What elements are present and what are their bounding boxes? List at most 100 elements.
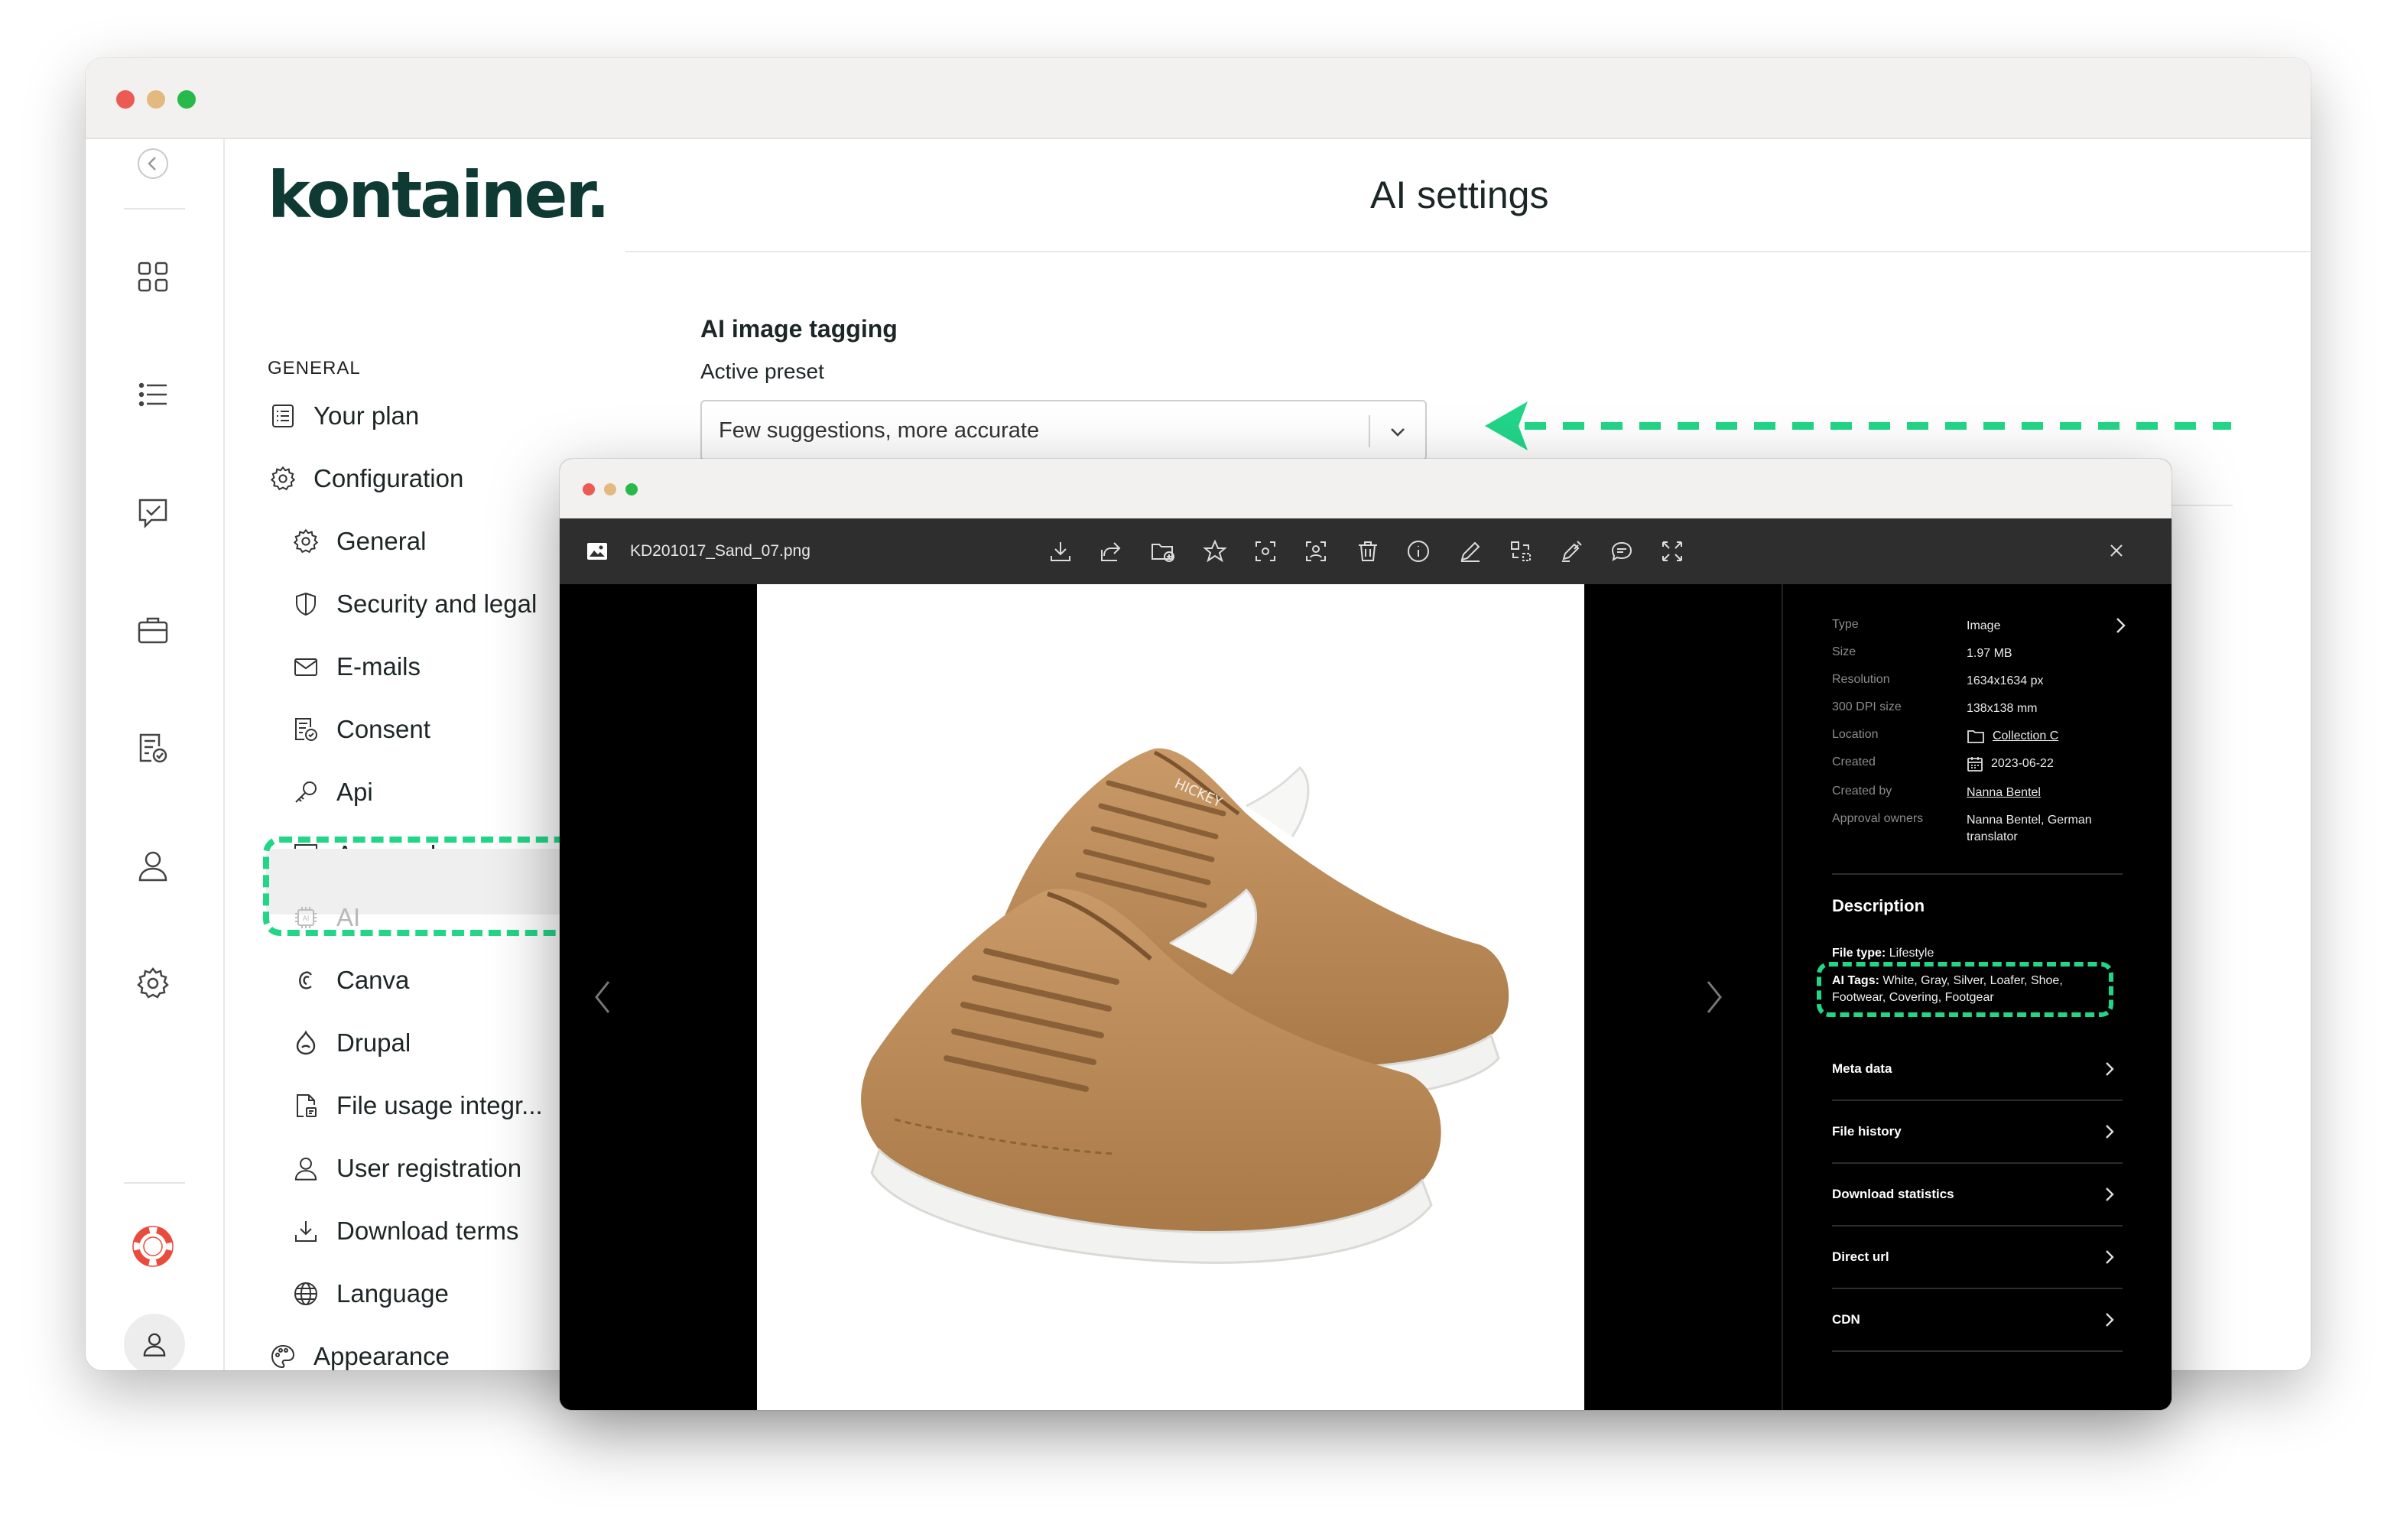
previous-arrow-icon[interactable] xyxy=(587,974,618,1020)
face-scan-icon[interactable] xyxy=(1300,535,1332,567)
replace-icon[interactable] xyxy=(1505,535,1537,567)
fullscreen-icon[interactable] xyxy=(1656,535,1688,567)
file-type-value: Lifestyle xyxy=(1889,947,1934,960)
nav-item-canva[interactable]: Canva xyxy=(291,965,409,996)
star-icon[interactable] xyxy=(1199,535,1231,567)
ai-edit-pen-icon[interactable] xyxy=(1555,535,1587,567)
trash-icon[interactable] xyxy=(1352,535,1384,567)
nav-item-your-plan[interactable]: Your plan xyxy=(268,401,419,431)
meta-data-section[interactable]: Meta data xyxy=(1832,1038,2123,1101)
nav-item-file-usage[interactable]: File usage integr... xyxy=(291,1090,543,1121)
key-icon xyxy=(291,777,321,807)
nav-item-user-registration[interactable]: User registration xyxy=(291,1153,521,1184)
chevron-right-icon xyxy=(2103,1248,2116,1266)
help-lifebuoy-icon[interactable] xyxy=(132,1225,174,1268)
minimize-window-dot[interactable] xyxy=(604,483,616,495)
drupal-drop-icon xyxy=(291,1028,321,1058)
meta-created-row: Created 2023-06-22 xyxy=(1832,755,2120,772)
cdn-section[interactable]: CDN xyxy=(1832,1289,2123,1352)
nav-label: Your plan xyxy=(313,401,420,430)
download-statistics-section[interactable]: Download statistics xyxy=(1832,1164,2123,1226)
meta-label: Created xyxy=(1832,755,1876,768)
calendar-icon xyxy=(1967,757,1983,772)
meta-value: 1634x1634 px xyxy=(1967,674,2044,687)
section-label: Download statistics xyxy=(1832,1187,1954,1201)
meta-type-row: Type Image xyxy=(1832,618,2120,635)
nav-label: Configuration xyxy=(313,464,464,492)
nav-label: Drupal xyxy=(336,1028,411,1057)
nav-item-general[interactable]: General xyxy=(291,526,426,557)
nav-item-download-terms[interactable]: Download terms xyxy=(291,1216,518,1246)
pencil-edit-icon[interactable] xyxy=(1454,535,1486,567)
meta-label: Resolution xyxy=(1832,673,1890,686)
nav-label: Canva xyxy=(336,966,410,994)
chevron-right-icon[interactable] xyxy=(2112,615,2129,636)
dashboard-grid-icon[interactable] xyxy=(132,255,174,298)
meta-label: Type xyxy=(1832,618,1859,631)
meta-location-value[interactable]: Collection C xyxy=(1967,728,2120,745)
close-viewer-icon[interactable] xyxy=(2104,538,2129,563)
location-link[interactable]: Collection C xyxy=(1993,728,2058,745)
active-preset-label: Active preset xyxy=(700,359,824,383)
nav-item-drupal[interactable]: Drupal xyxy=(291,1028,411,1058)
checklist-icon[interactable] xyxy=(132,726,174,769)
collapse-back-icon[interactable] xyxy=(132,142,174,185)
file-type-line: File type: Lifestyle xyxy=(1832,945,2115,962)
meta-created-value: 2023-06-22 xyxy=(1967,755,2120,772)
focus-crop-icon[interactable] xyxy=(1249,535,1281,567)
direct-url-section[interactable]: Direct url xyxy=(1832,1226,2123,1289)
plan-list-icon xyxy=(268,401,298,431)
kontainer-logo: kontainer. xyxy=(268,158,610,232)
maximize-window-dot[interactable] xyxy=(177,90,196,109)
nav-label: Download terms xyxy=(336,1217,519,1245)
info-icon[interactable] xyxy=(1402,535,1434,567)
meta-value: 138x138 mm xyxy=(1967,702,2038,715)
rail-divider xyxy=(124,208,185,210)
download-icon[interactable] xyxy=(1044,535,1077,567)
nav-item-consent[interactable]: Consent xyxy=(291,714,430,745)
comment-icon[interactable] xyxy=(1606,535,1638,567)
maximize-window-dot[interactable] xyxy=(625,483,638,495)
meta-approval-row: Approval owners Nanna Bentel, German tra… xyxy=(1832,812,2104,846)
next-arrow-icon[interactable] xyxy=(1699,974,1730,1020)
minimize-window-dot[interactable] xyxy=(147,90,165,109)
nav-label: E-mails xyxy=(336,652,421,681)
title-divider xyxy=(625,251,2311,252)
user-icon[interactable] xyxy=(132,844,174,887)
share-icon[interactable] xyxy=(1095,535,1127,567)
list-icon[interactable] xyxy=(132,373,174,416)
nav-label: Appearance xyxy=(313,1342,450,1370)
nav-item-language[interactable]: Language xyxy=(291,1278,449,1309)
file-history-section[interactable]: File history xyxy=(1832,1101,2123,1164)
nav-label: Language xyxy=(336,1279,449,1308)
meta-created-by-row: Created by Nanna Bentel xyxy=(1832,785,2120,801)
settings-gear-icon[interactable] xyxy=(132,962,174,1005)
section-label: CDN xyxy=(1832,1312,1860,1327)
nav-label: Api xyxy=(336,778,373,806)
meta-location-row: Location Collection C xyxy=(1832,728,2120,745)
select-separator xyxy=(1369,415,1370,447)
chevron-right-icon xyxy=(2103,1123,2116,1141)
close-window-dot[interactable] xyxy=(583,483,595,495)
ai-tags-dashed-frame xyxy=(1817,962,2113,1017)
panel-divider xyxy=(1832,873,2123,875)
chevron-down-icon[interactable] xyxy=(1387,421,1408,443)
nav-item-emails[interactable]: E-mails xyxy=(291,651,421,682)
asset-info-panel: Type Image Size 1.97 MB Resolution 1634x… xyxy=(1782,584,2171,1410)
created-by-link[interactable]: Nanna Bentel xyxy=(1967,785,2120,801)
meta-value: Image xyxy=(1967,619,2001,632)
briefcase-icon[interactable] xyxy=(132,609,174,651)
mail-icon xyxy=(291,651,321,682)
nav-item-security[interactable]: Security and legal xyxy=(291,589,537,619)
approval-chat-icon[interactable] xyxy=(132,491,174,534)
account-avatar[interactable] xyxy=(124,1314,185,1370)
nav-label: General xyxy=(336,527,427,555)
active-preset-select[interactable]: Few suggestions, more accurate xyxy=(700,400,1427,461)
active-preset-value: Few suggestions, more accurate xyxy=(719,418,1040,443)
rail-divider xyxy=(124,1182,185,1184)
close-window-dot[interactable] xyxy=(116,90,135,109)
folder-icon xyxy=(1967,730,1984,743)
meta-label: Location xyxy=(1832,728,1879,741)
nav-item-api[interactable]: Api xyxy=(291,777,373,807)
folder-move-icon[interactable] xyxy=(1147,535,1179,567)
